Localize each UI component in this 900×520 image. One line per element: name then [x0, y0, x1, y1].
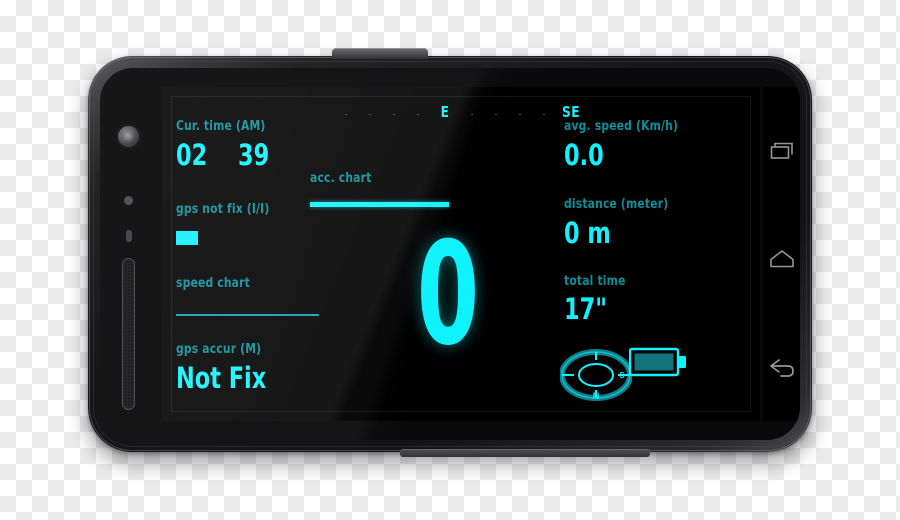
- left-readout-column: Cur. time (AM) 02 39 gps not fix (I/I) s…: [176, 119, 326, 393]
- nav-back-button[interactable]: [763, 349, 800, 389]
- svg-text:S: S: [619, 371, 625, 380]
- total-time-value: 17": [564, 292, 607, 326]
- speed-chart-plot: [176, 314, 319, 316]
- recents-icon: [770, 142, 793, 159]
- compass-tick: .: [368, 107, 372, 117]
- phone-glass-face: . . . . E . . . . SE Cur. time (AM) 02 3…: [100, 68, 800, 440]
- compass-tick: .: [392, 107, 396, 117]
- total-time-label: total time: [564, 274, 626, 289]
- distance-value: 0 m: [564, 216, 611, 250]
- compass-rose-icon: N S: [559, 349, 633, 406]
- avg-speed-label: avg. speed (Km/h): [564, 119, 679, 134]
- earpiece-mesh: [124, 260, 133, 408]
- gps-status-label: gps not fix (I/I): [176, 202, 270, 217]
- gps-status-indicator-bar: [176, 231, 198, 245]
- acc-chart-plot: [310, 202, 449, 207]
- front-camera: [118, 126, 139, 147]
- compass-heading-strip: . . . . E . . . . SE: [334, 99, 594, 125]
- compass-cardinal-east: E: [440, 103, 450, 121]
- proximity-sensor: [124, 196, 133, 205]
- earpiece-speaker: [122, 258, 135, 410]
- back-icon: [769, 359, 794, 377]
- avg-speed-value: 0.0: [564, 138, 604, 172]
- gps-accuracy-value: Not Fix: [176, 361, 267, 395]
- compass-tick: .: [542, 107, 546, 117]
- canvas-background: . . . . E . . . . SE Cur. time (AM) 02 3…: [0, 0, 900, 520]
- notification-led: [126, 230, 132, 242]
- svg-text:N: N: [593, 391, 600, 401]
- gps-accuracy-label: gps accur (M): [176, 342, 262, 357]
- speed-chart-label: speed chart: [176, 276, 250, 291]
- compass-tick: .: [470, 107, 474, 117]
- power-button[interactable]: [332, 48, 428, 59]
- compass-tick: .: [518, 107, 522, 117]
- phone-device: . . . . E . . . . SE Cur. time (AM) 02 3…: [88, 48, 812, 457]
- cur-time-label: Cur. time (AM): [176, 119, 266, 134]
- acc-chart-label: acc. chart: [310, 171, 372, 186]
- cur-time-hours: 02: [176, 138, 208, 172]
- cur-time-block: Cur. time (AM) 02 39: [176, 119, 326, 170]
- home-icon: [769, 250, 794, 268]
- compass-tick: .: [416, 107, 420, 117]
- nav-home-button[interactable]: [763, 239, 800, 279]
- bottom-speaker-port: [400, 449, 650, 457]
- nav-recents-button[interactable]: [763, 131, 800, 171]
- cur-time-minutes: 39: [238, 138, 270, 172]
- right-readout-column: avg. speed (Km/h) 0.0 distance (meter) 0…: [564, 119, 732, 324]
- acc-chart-block: acc. chart: [310, 171, 449, 207]
- cur-time-value-row: 02 39: [176, 141, 326, 170]
- android-nav-bar: [763, 87, 800, 421]
- compass-tick: .: [344, 107, 348, 117]
- distance-label: distance (meter): [564, 197, 669, 212]
- app-screen: . . . . E . . . . SE Cur. time (AM) 02 3…: [162, 87, 760, 421]
- compass-tick: .: [494, 107, 498, 117]
- current-speed-readout: 0: [416, 212, 480, 377]
- battery-icon: [628, 345, 689, 384]
